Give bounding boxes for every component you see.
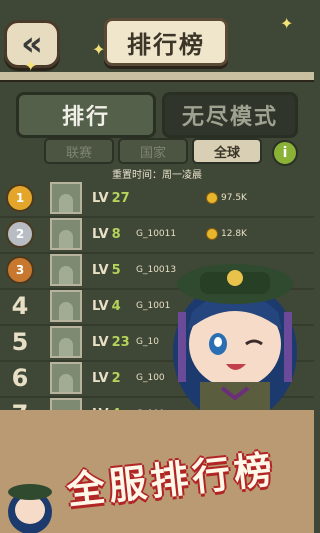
- table-row[interactable]: 1 LV 27 97.5K: [0, 180, 314, 218]
- avatar: [50, 362, 82, 394]
- header-divider: [0, 72, 314, 80]
- rank-cell: 1: [0, 184, 40, 212]
- level-prefix: LV: [92, 226, 109, 242]
- level-text: LV4: [92, 299, 136, 314]
- tab-rank-label: 排行: [61, 105, 110, 130]
- avatar: [50, 182, 82, 214]
- avatar: [50, 326, 82, 358]
- level-text: LV 5: [92, 263, 136, 278]
- page-title-text: 排行榜: [127, 30, 205, 59]
- subtab-league[interactable]: 联赛: [44, 138, 114, 164]
- level-prefix: LV: [92, 262, 109, 278]
- mini-character-image: [8, 484, 52, 533]
- level-prefix: LV: [92, 334, 109, 350]
- coin-icon: [206, 192, 218, 204]
- level-text: LV 8: [92, 227, 136, 242]
- level-prefix: LV: [92, 370, 109, 386]
- info-icon: i: [282, 145, 288, 161]
- sparkle-icon: ✦: [280, 14, 294, 33]
- rank-number: 4: [11, 292, 29, 320]
- default-avatar-icon: [59, 194, 73, 212]
- gold-medal-icon: 1: [6, 184, 34, 212]
- default-avatar-icon: [59, 338, 73, 356]
- level-prefix: LV: [92, 298, 109, 314]
- rank-number: 6: [11, 364, 29, 392]
- default-avatar-icon: [59, 302, 73, 320]
- default-avatar-icon: [59, 230, 73, 248]
- tab-endless-label: 无尽模式: [181, 105, 278, 130]
- avatar: [50, 218, 82, 250]
- rank-number: 5: [11, 328, 29, 356]
- default-avatar-icon: [59, 266, 73, 284]
- subtab-country[interactable]: 国家: [118, 138, 188, 164]
- rank-cell: 4: [0, 292, 40, 320]
- rank-cell: 3: [0, 256, 40, 284]
- coin-value: 97.5K: [221, 193, 247, 203]
- level-value: 23: [111, 334, 130, 350]
- level-value: 4: [111, 298, 121, 314]
- subtab-label: 全球: [213, 145, 240, 161]
- reset-time-text: 重置时间：周一凌晨: [112, 170, 202, 181]
- level-prefix: LV: [92, 190, 109, 206]
- scope-tabs: 联赛 国家 全球: [44, 138, 262, 164]
- subtab-global[interactable]: 全球: [192, 138, 262, 164]
- level-text: LV 27: [92, 191, 136, 206]
- tab-endless-mode[interactable]: 无尽模式: [162, 92, 298, 138]
- bronze-medal-icon: 3: [6, 256, 34, 284]
- avatar: [50, 254, 82, 286]
- rank-cell: 5: [0, 328, 40, 356]
- rank-cell: 2: [0, 220, 40, 248]
- level-text: LV 2: [92, 371, 136, 386]
- avatar: [50, 290, 82, 322]
- silver-medal-icon: 2: [6, 220, 34, 248]
- subtab-label: 国家: [139, 145, 166, 161]
- subtab-label: 联赛: [65, 145, 92, 161]
- level-text: LV 23: [92, 335, 136, 350]
- level-value: 2: [111, 370, 121, 386]
- coin-score: 97.5K: [206, 192, 247, 204]
- level-value: 27: [111, 190, 130, 206]
- rank-cell: 6: [0, 364, 40, 392]
- level-value: 5: [111, 262, 121, 278]
- tab-rank[interactable]: 排行: [16, 92, 156, 138]
- info-button[interactable]: i: [272, 140, 298, 166]
- page-title: 排行榜: [104, 18, 228, 66]
- sparkle-icon: ✦: [92, 40, 106, 59]
- level-value: 8: [111, 226, 121, 242]
- default-avatar-icon: [59, 374, 73, 392]
- mascot-character-image: [173, 264, 297, 422]
